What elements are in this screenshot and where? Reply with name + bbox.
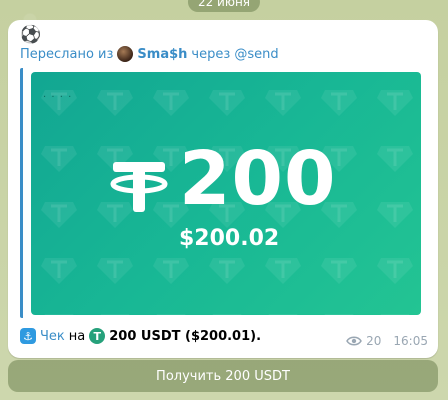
forward-prefix: Переслано из — [20, 46, 114, 62]
tether-logo-icon — [110, 162, 168, 212]
message-meta: 20 16:05 — [346, 334, 428, 348]
card-fiat-amount: $200.02 — [179, 226, 280, 251]
date-divider: 22 июня — [187, 0, 261, 12]
eye-icon — [346, 336, 363, 346]
check-on-label: на — [68, 328, 86, 344]
usdt-icon: T — [89, 328, 106, 344]
view-count: 20 — [366, 334, 382, 348]
card-dots: · · · · — [43, 92, 73, 103]
forward-via[interactable]: через @send — [191, 47, 278, 62]
receive-button[interactable]: Получить 200 USDT — [8, 360, 438, 392]
forward-avatar[interactable] — [117, 46, 134, 62]
check-link[interactable]: Чек — [40, 329, 65, 344]
message-time: 16:05 — [393, 334, 428, 348]
forward-username[interactable]: Sma$h — [137, 47, 187, 62]
check-info: ⚓ Чек на T 200 USDT ($200.01). — [20, 328, 261, 344]
check-card-image[interactable]: · · · · 200 $200.02 — [31, 72, 421, 315]
send-bot-icon: ⚓ — [20, 328, 36, 344]
forward-header[interactable]: Переслано из Sma$h через @send — [20, 46, 279, 62]
card-amount: 200 — [179, 136, 337, 222]
link-preview[interactable]: · · · · 200 $200.02 — [20, 68, 429, 318]
message-bubble[interactable]: ⚽ Переслано из Sma$h через @send · · · · — [8, 20, 438, 358]
check-amount-text: 200 USDT ($200.01). — [109, 328, 262, 344]
soccer-ball-emoji: ⚽ — [20, 25, 42, 45]
